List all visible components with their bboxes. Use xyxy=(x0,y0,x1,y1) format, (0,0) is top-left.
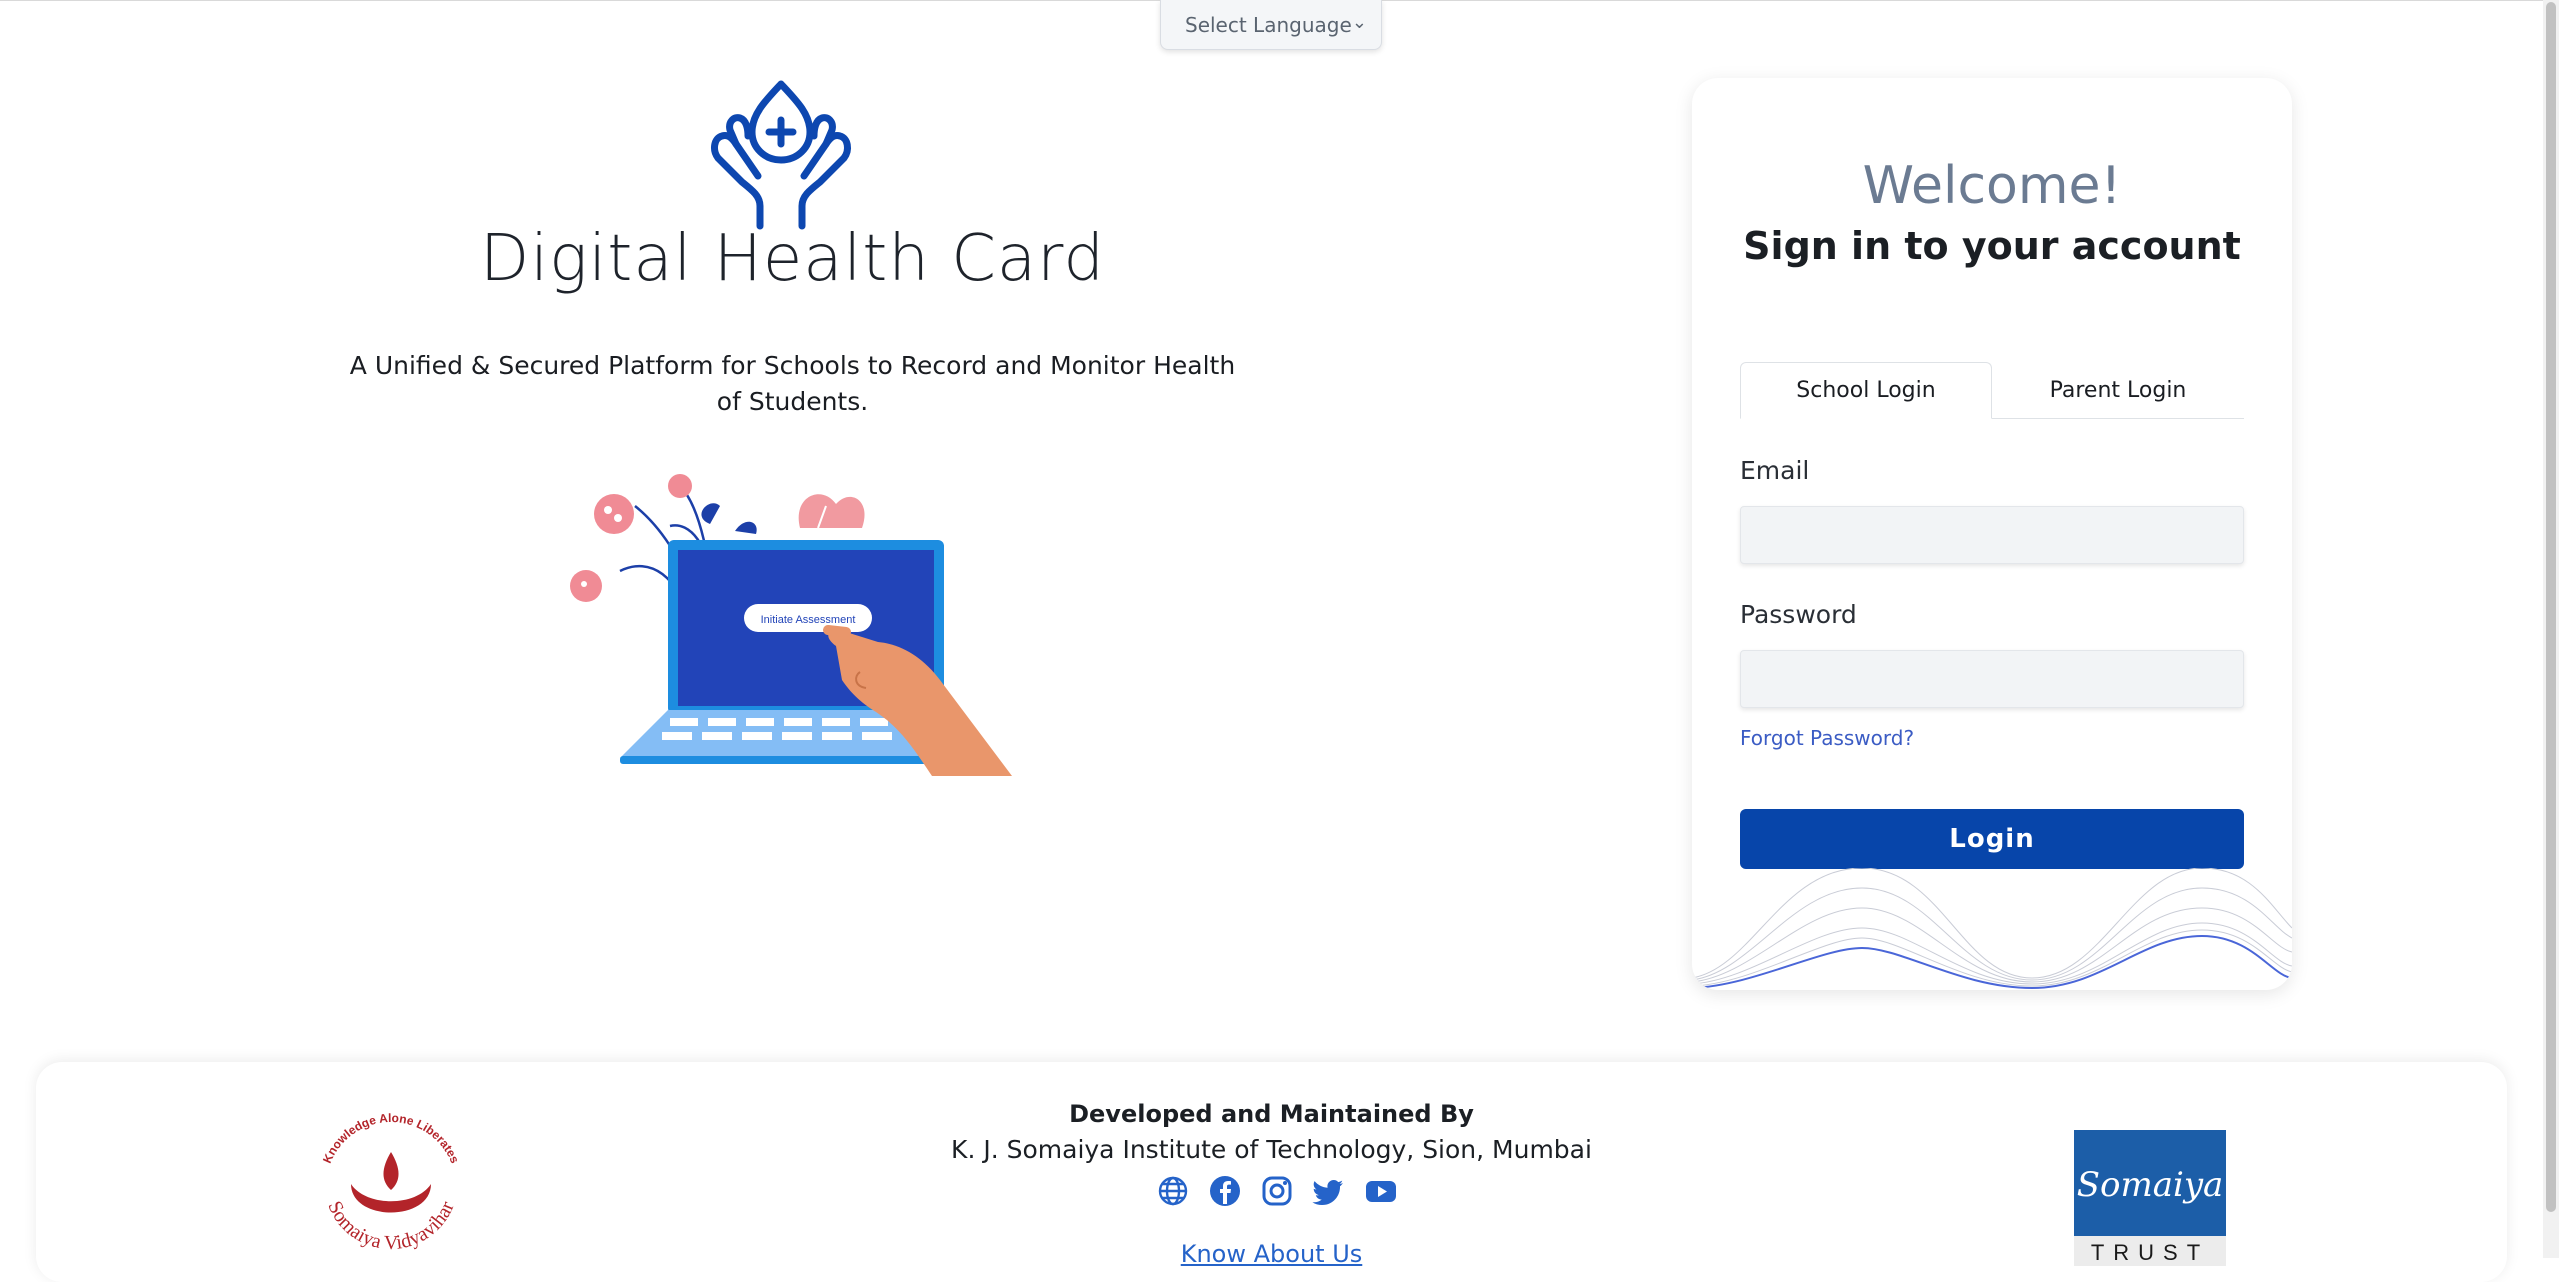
decorative-waves xyxy=(1692,868,2292,990)
page-scrollbar[interactable] xyxy=(2543,0,2559,1258)
twitter-icon[interactable] xyxy=(1312,1174,1346,1208)
trust-logo-subtitle: TRUST xyxy=(2091,1240,2209,1265)
language-select[interactable]: Select Language ⌄ xyxy=(1160,0,1382,50)
app-title: Digital Health Card xyxy=(480,222,1105,296)
footer: Knowledge Alone Liberates Somaiya Vidyav… xyxy=(36,1062,2507,1282)
login-button[interactable]: Login xyxy=(1740,809,2244,869)
email-field[interactable] xyxy=(1740,506,2244,564)
tab-school-login[interactable]: School Login xyxy=(1740,362,1992,419)
somaiya-trust-logo: Somaiya TRUST xyxy=(2074,1130,2226,1266)
hands-drop-logo-icon xyxy=(711,80,851,230)
trust-logo-name: Somaiya xyxy=(2077,1165,2224,1205)
login-tabs: School Login Parent Login xyxy=(1740,362,2244,419)
language-select-label: Select Language xyxy=(1185,12,1352,37)
developed-by-heading: Developed and Maintained By xyxy=(1069,1100,1474,1128)
tab-parent-login[interactable]: Parent Login xyxy=(1992,362,2244,418)
chevron-down-icon: ⌄ xyxy=(1351,12,1367,33)
instagram-icon[interactable] xyxy=(1260,1174,1294,1208)
password-label: Password xyxy=(1740,600,1857,629)
welcome-heading: Welcome! xyxy=(1862,156,2122,216)
globe-icon[interactable] xyxy=(1156,1174,1190,1208)
youtube-icon[interactable] xyxy=(1364,1174,1398,1208)
password-field[interactable] xyxy=(1740,650,2244,708)
scrollbar-thumb[interactable] xyxy=(2546,2,2556,1212)
social-links xyxy=(1156,1174,1398,1214)
signin-heading: Sign in to your account xyxy=(1743,224,2241,268)
tagline: A Unified & Secured Platform for Schools… xyxy=(349,351,1236,416)
email-label: Email xyxy=(1740,456,1810,485)
laptop-illustration: Initiate Assessment xyxy=(570,474,1012,776)
login-card: Welcome! Sign in to your account School … xyxy=(1692,78,2292,990)
facebook-icon[interactable] xyxy=(1208,1174,1242,1208)
forgot-password-link[interactable]: Forgot Password? xyxy=(1740,726,1914,750)
illustration-button-text: Initiate Assessment xyxy=(761,614,856,626)
